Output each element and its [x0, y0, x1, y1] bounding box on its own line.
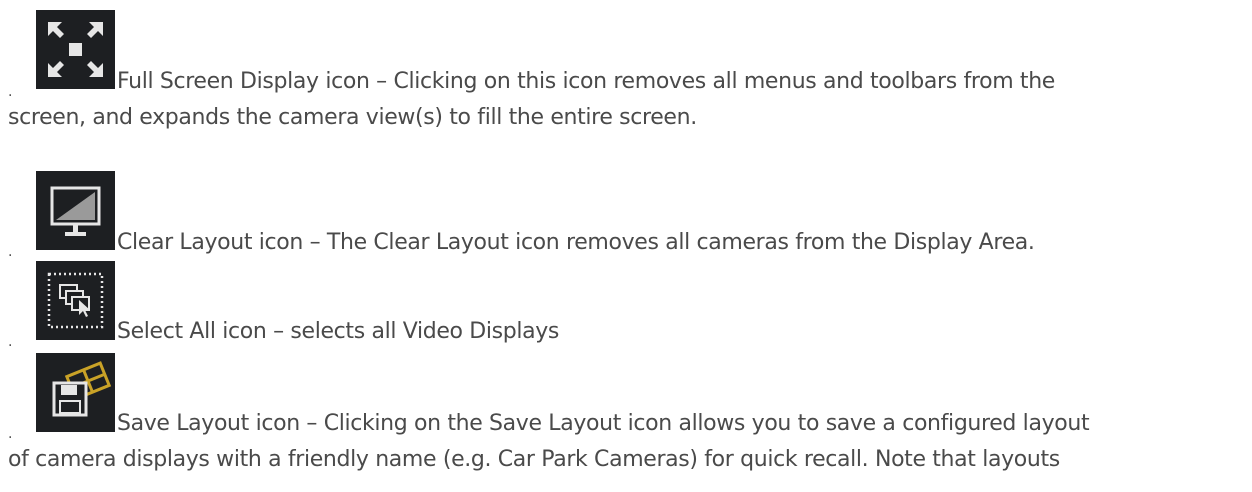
- item-description: Clear Layout icon – The Clear Layout ico…: [117, 230, 1035, 255]
- bullet: ·: [8, 430, 13, 446]
- bullet: ·: [8, 338, 13, 354]
- item-description-continued: screen, and expands the camera view(s) t…: [8, 105, 697, 130]
- item-description: Full Screen Display icon – Clicking on t…: [117, 69, 1055, 94]
- bullet: ·: [8, 88, 13, 104]
- item-description: Select All icon – selects all Video Disp…: [117, 319, 560, 344]
- fullscreen-icon: [36, 10, 115, 89]
- bullet: ·: [8, 248, 13, 264]
- item-description-continued: of camera displays with a friendly name …: [8, 447, 1060, 472]
- select-all-icon: [36, 261, 115, 340]
- monitor-icon: [36, 171, 115, 250]
- item-description: Save Layout icon – Clicking on the Save …: [117, 411, 1090, 436]
- save-layout-icon: [36, 353, 115, 432]
